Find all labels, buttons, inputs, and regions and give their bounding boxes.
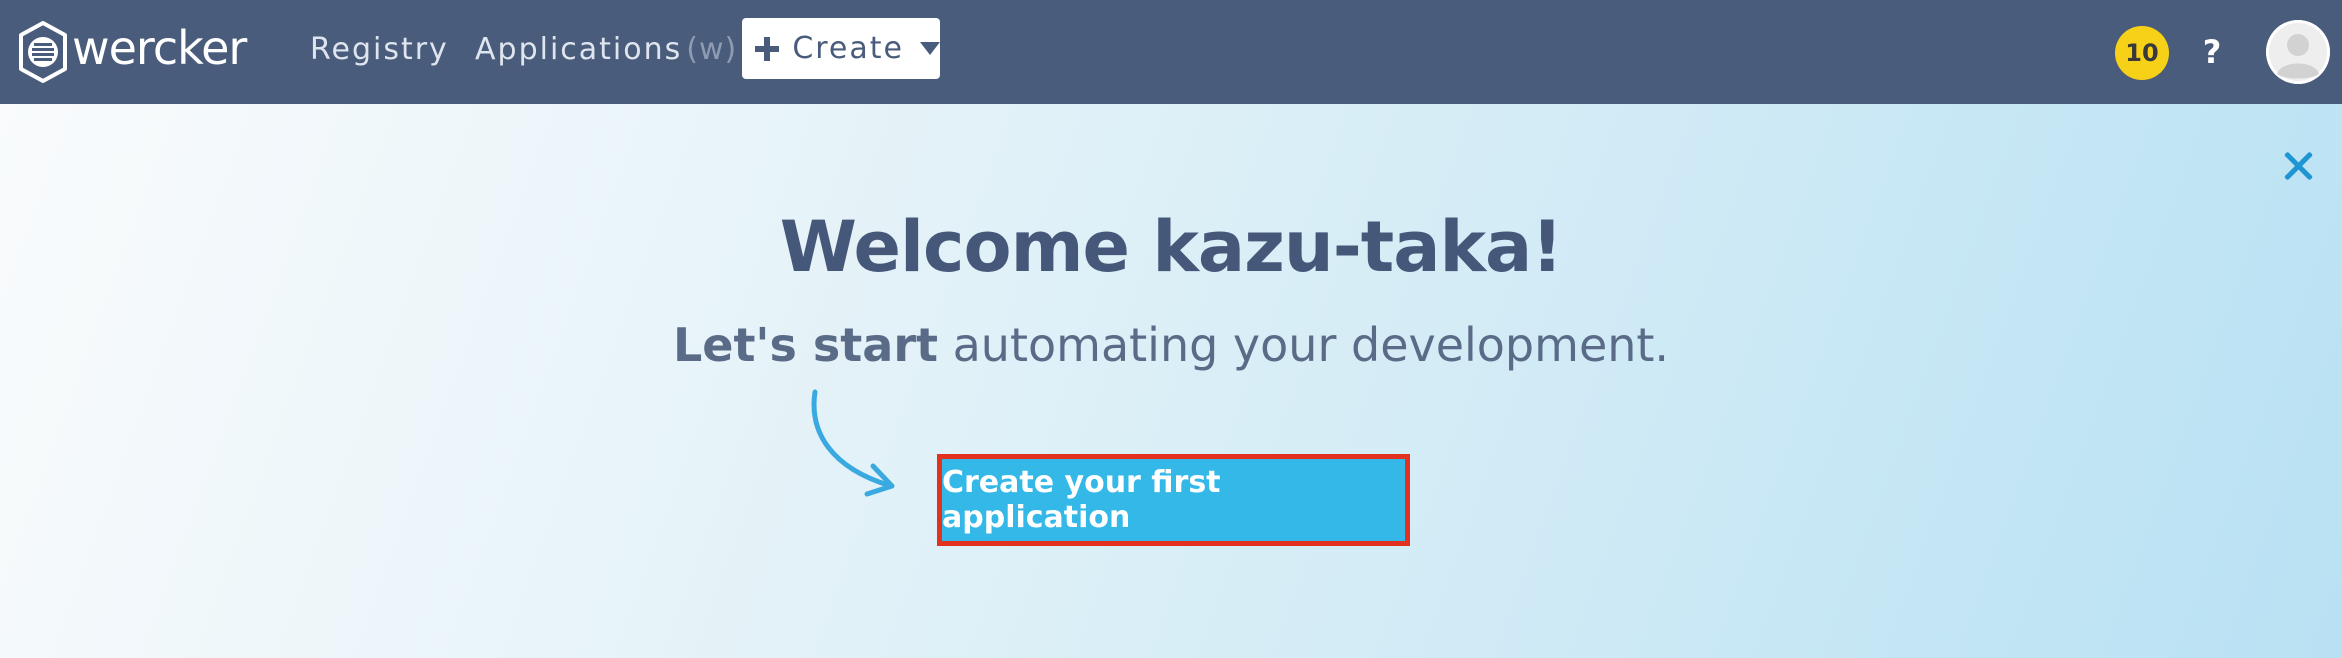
nav-applications-link[interactable]: Applications (w)	[475, 30, 737, 70]
curved-arrow-icon	[811, 389, 895, 497]
create-first-application-button[interactable]: Create your first application	[937, 454, 1410, 546]
create-dropdown-button[interactable]: Create	[742, 18, 940, 79]
wercker-logo-icon	[19, 21, 67, 83]
subtitle-emphasis: Let's start	[672, 318, 938, 372]
notifications-badge[interactable]: 10	[2115, 26, 2169, 80]
nav-applications-label: Applications	[475, 32, 683, 67]
top-navigation-bar: wercker Registry Applications (w) Create …	[0, 0, 2342, 104]
close-icon[interactable]	[2278, 146, 2318, 186]
user-avatar[interactable]	[2266, 20, 2330, 84]
applications-shortcut-hint: (w)	[686, 32, 738, 67]
welcome-subtitle: Let's start automating your development.	[0, 322, 2342, 368]
user-avatar-icon	[2266, 20, 2330, 84]
plus-icon	[755, 36, 780, 61]
logo-text: wercker	[72, 21, 247, 75]
help-icon[interactable]: ?	[2198, 30, 2226, 74]
welcome-banner: Welcome kazu-taka! Let's start automatin…	[0, 104, 2342, 658]
caret-down-icon	[920, 42, 940, 55]
welcome-title: Welcome kazu-taka!	[779, 206, 1563, 288]
wercker-logo[interactable]: wercker	[18, 20, 247, 84]
nav-registry-link[interactable]: Registry	[310, 30, 449, 70]
create-label: Create	[792, 31, 904, 66]
subtitle-rest: automating your development.	[938, 318, 1670, 372]
